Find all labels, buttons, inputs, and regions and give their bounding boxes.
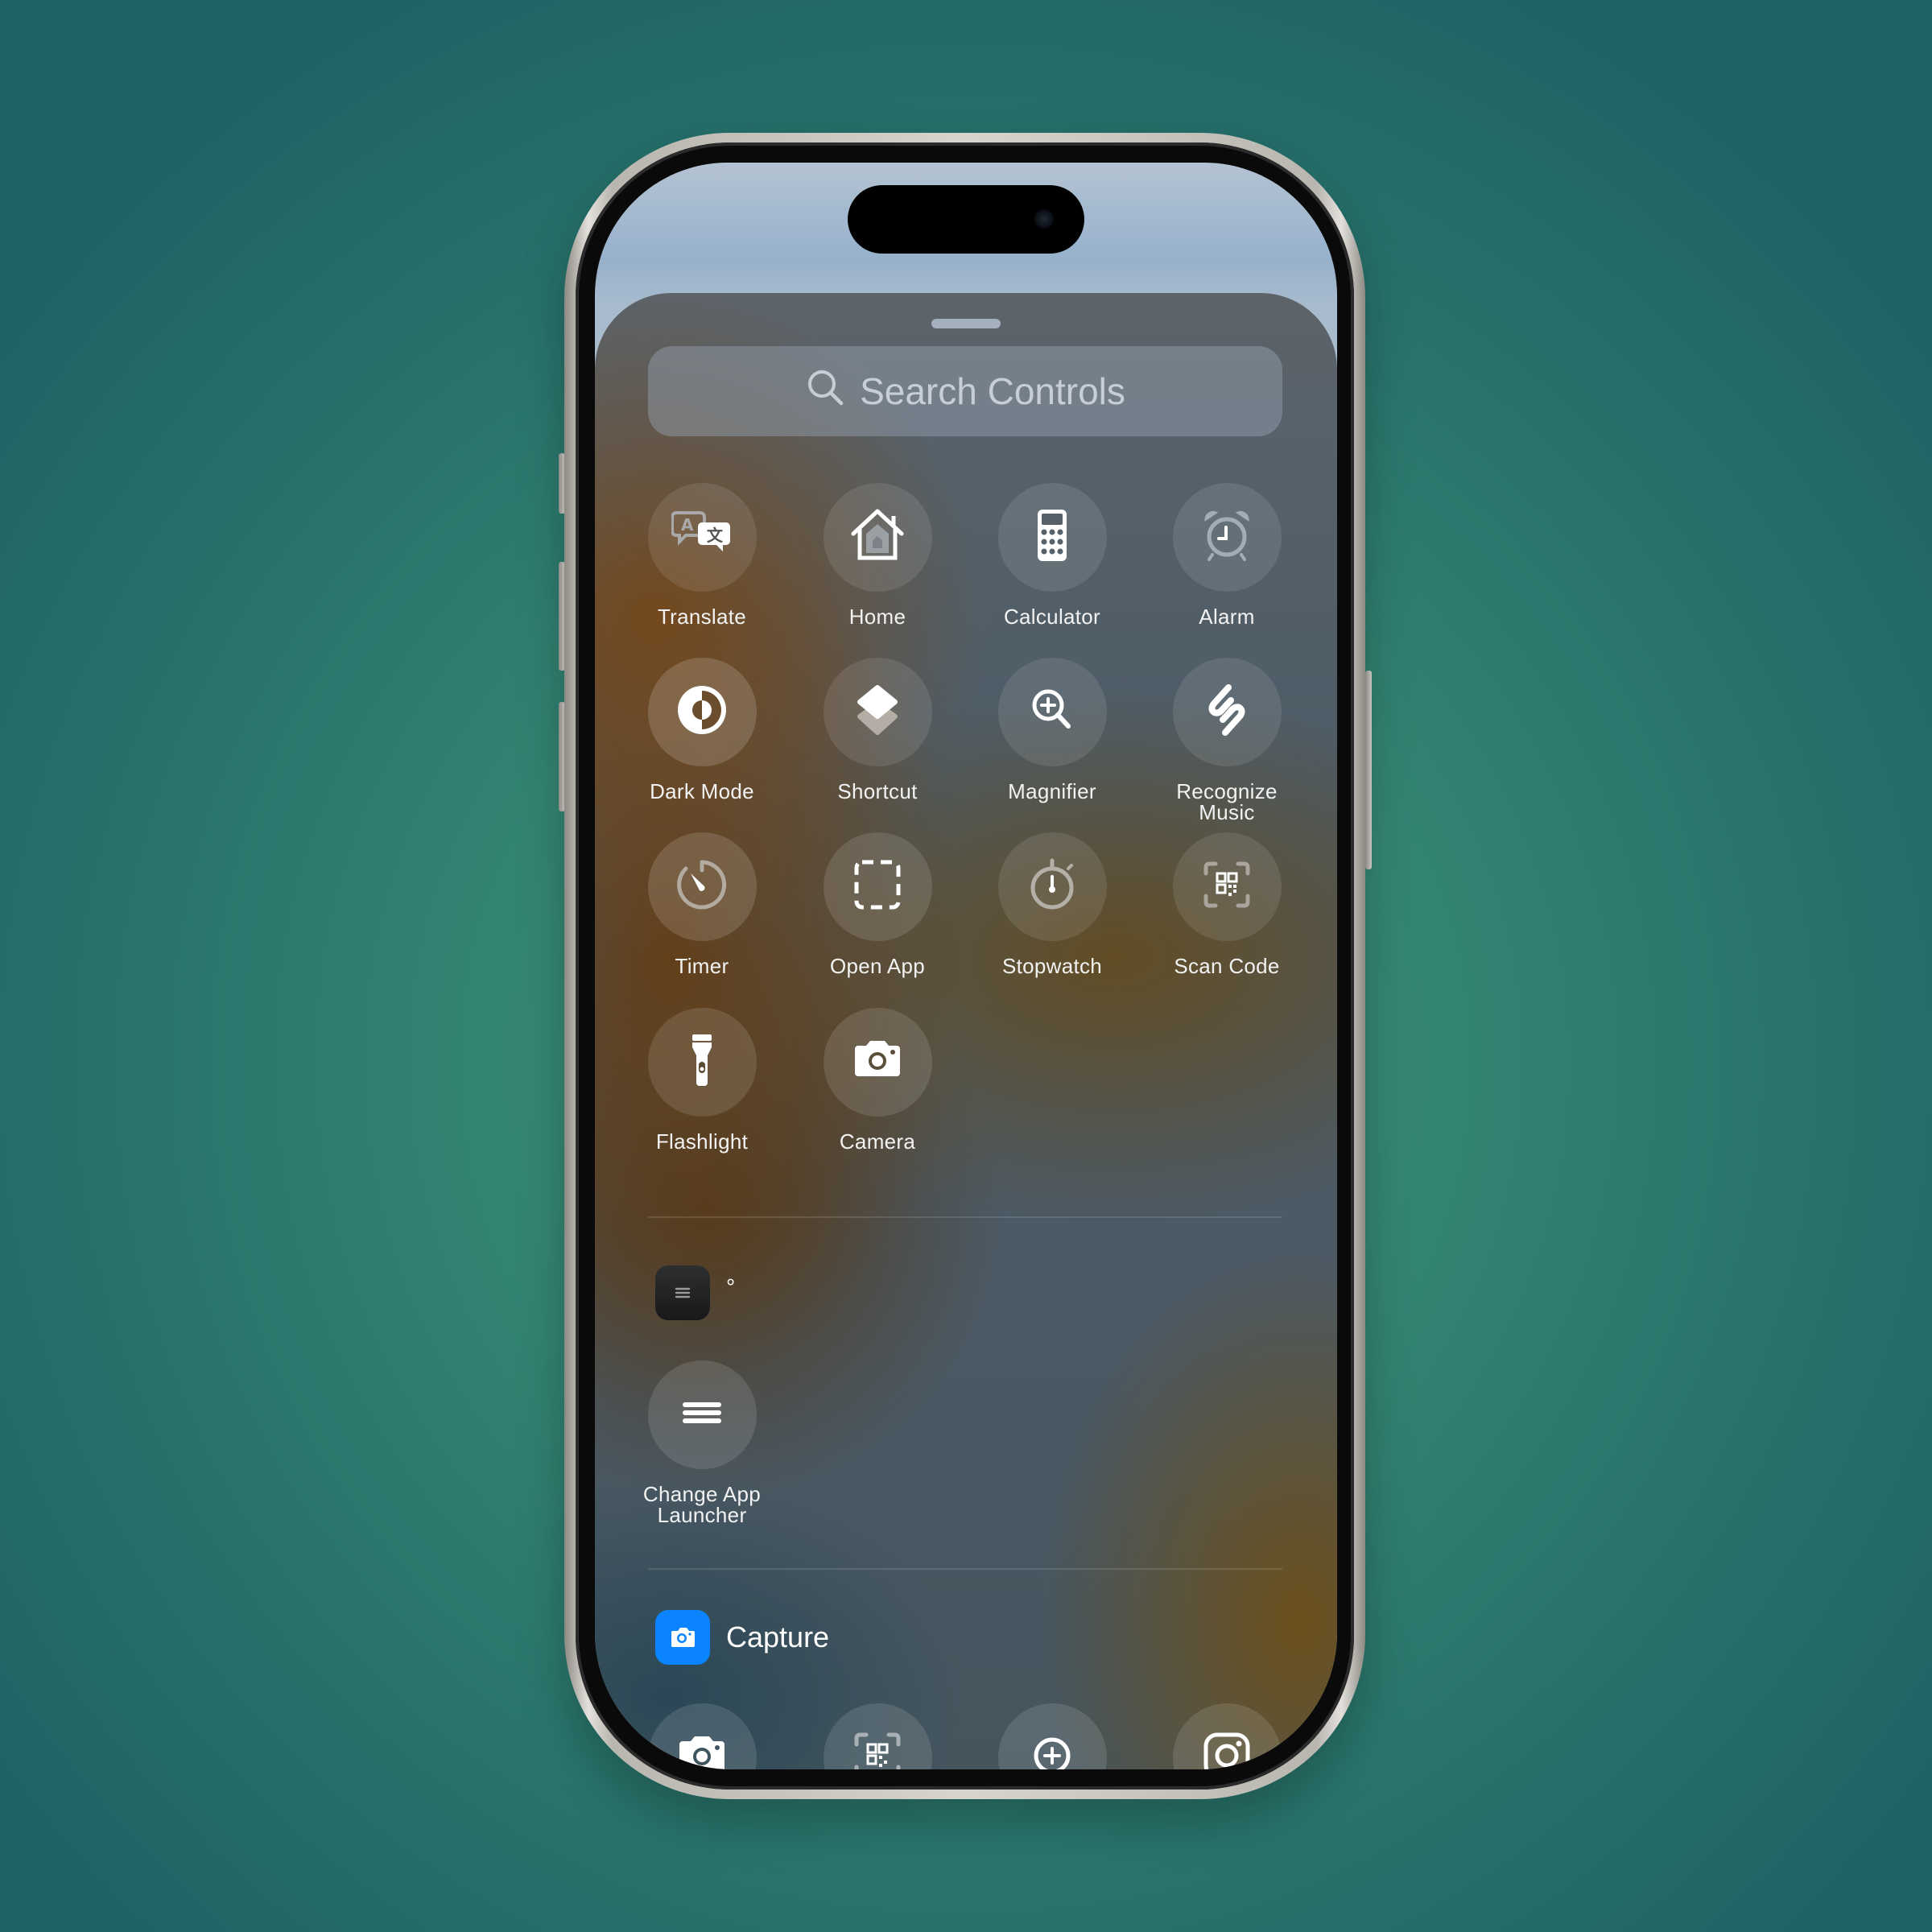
control-label: Shortcut [837,779,918,803]
control-dark-mode[interactable]: Dark Mode [613,658,791,802]
add-circle-icon [1022,1725,1083,1769]
svg-text:A: A [681,515,694,535]
camera-icon [847,1030,908,1095]
control-capture-instagram[interactable] [1138,1703,1315,1769]
launcher-app-icon [655,1265,710,1320]
camera-icon [671,1725,733,1769]
home-icon [847,505,908,570]
qr-code-icon [847,1725,908,1769]
shazam-icon [1196,679,1257,745]
timer-icon [671,854,733,919]
control-change-app-launcher[interactable]: Change App Launcher [613,1360,791,1525]
instagram-icon [1196,1725,1257,1769]
controls-gallery-sheet: Search Controls A文 Translate Home Calcul… [595,293,1337,1769]
control-label: Change App Launcher [642,1482,762,1527]
control-label: Home [848,605,906,629]
flashlight-icon [671,1030,733,1095]
phone-screen: Search Controls A文 Translate Home Calcul… [595,163,1337,1769]
search-icon [805,367,845,416]
control-label: Camera [839,1129,916,1154]
control-label: Flashlight [655,1129,749,1154]
control-label: Translate [657,605,747,629]
stopwatch-icon [1022,854,1083,919]
control-capture-scan[interactable] [789,1703,966,1769]
svg-text:文: 文 [707,526,724,545]
control-label: Stopwatch [1001,954,1103,978]
control-translate[interactable]: A文 Translate [613,483,791,627]
search-placeholder: Search Controls [860,370,1125,412]
control-shortcut[interactable]: Shortcut [789,658,966,802]
control-home[interactable]: Home [789,483,966,627]
side-power-button[interactable] [1365,671,1372,869]
search-controls-field[interactable]: Search Controls [648,346,1282,436]
section-divider [648,1568,1282,1570]
control-label: Calculator [1003,605,1101,629]
control-calculator[interactable]: Calculator [964,483,1141,627]
section-header-launcher: ° [655,1265,735,1320]
control-open-app[interactable]: Open App [789,832,966,976]
control-label: Dark Mode [650,779,754,803]
shortcuts-icon [847,679,908,745]
control-stopwatch[interactable]: Stopwatch [964,832,1141,976]
control-flashlight[interactable]: Flashlight [613,1008,791,1152]
control-alarm[interactable]: Alarm [1138,483,1315,627]
control-label: Recognize Music [1176,779,1278,824]
section-app-name: Capture [726,1620,830,1653]
control-label: Scan Code [1174,954,1280,978]
alarm-icon [1196,505,1257,570]
qr-code-icon [1196,854,1257,919]
front-camera [1034,209,1054,229]
control-label: Magnifier [1008,779,1096,803]
section-app-name: ° [726,1274,736,1299]
control-camera[interactable]: Camera [789,1008,966,1152]
section-divider [648,1216,1282,1218]
magnifier-icon [1022,679,1083,745]
control-label: Open App [829,954,926,978]
control-recognize-music[interactable]: Recognize Music [1138,658,1315,823]
dark-mode-icon [671,679,733,745]
control-scan-code[interactable]: Scan Code [1138,832,1315,976]
dynamic-island [848,185,1084,254]
sheet-grabber[interactable] [931,319,1001,328]
capture-camera-app-icon [655,1610,710,1665]
control-timer[interactable]: Timer [613,832,791,976]
control-magnifier[interactable]: Magnifier [964,658,1141,802]
control-capture-camera[interactable] [613,1703,791,1769]
calculator-icon [1022,505,1083,570]
control-label: Alarm [1199,605,1255,629]
control-capture-add[interactable] [964,1703,1141,1769]
menu-lines-icon [671,1382,733,1447]
translate-icon: A文 [671,505,733,570]
control-label: Timer [675,954,729,978]
open-app-icon [847,854,908,919]
section-header-capture: Capture [655,1610,829,1665]
